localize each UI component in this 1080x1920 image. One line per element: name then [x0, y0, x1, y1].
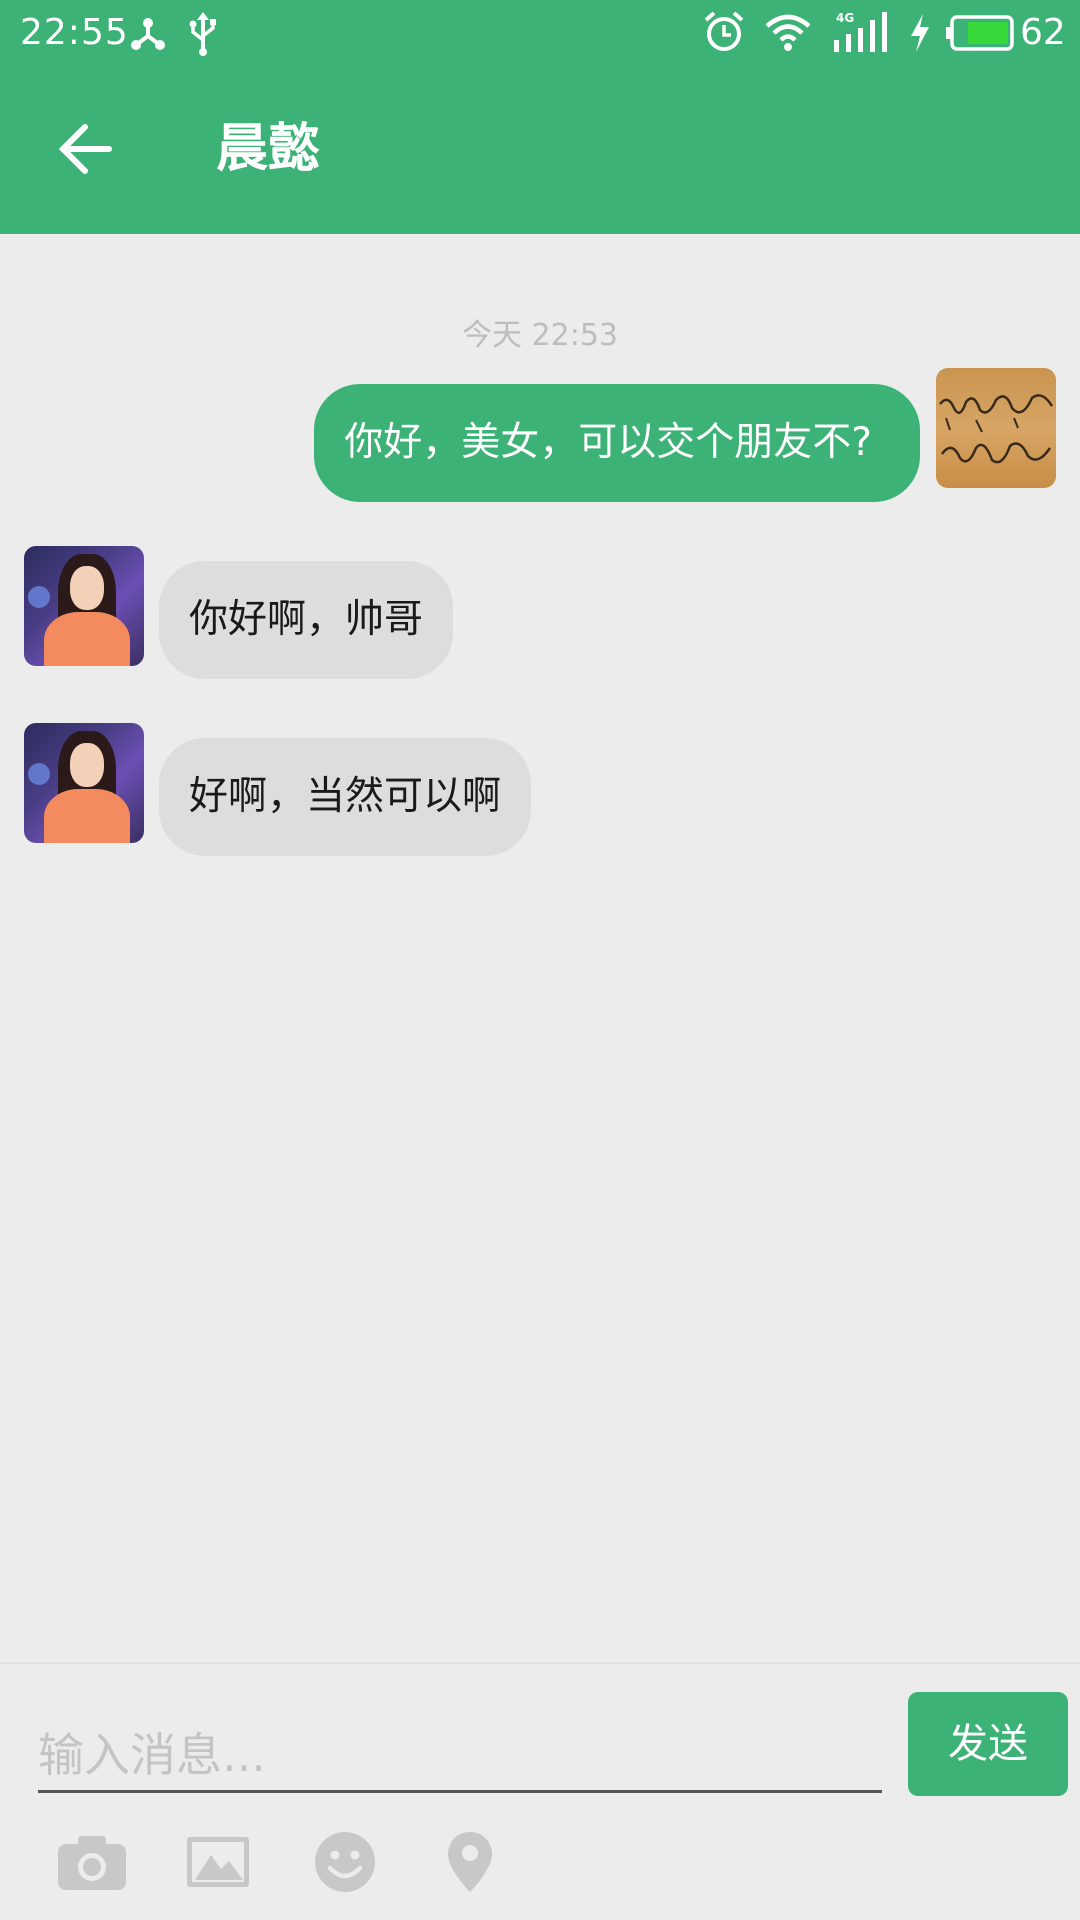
location-button[interactable] — [430, 1824, 510, 1904]
emoji-icon — [313, 1830, 377, 1898]
message-bubble-incoming[interactable]: 你好啊，帅哥 — [159, 561, 454, 679]
send-button[interactable]: 发送 — [908, 1692, 1068, 1796]
battery-level: 62 — [1020, 12, 1066, 53]
message-bubble-outgoing[interactable]: 你好，美女，可以交个朋友不? — [314, 384, 920, 502]
composer: 发送 — [0, 1662, 1080, 1920]
status-bar: 22:55 4G 62 — [0, 0, 1080, 66]
location-icon — [445, 1830, 495, 1898]
image-button[interactable] — [178, 1824, 258, 1904]
emoji-button[interactable] — [305, 1824, 385, 1904]
contact-avatar[interactable] — [24, 546, 144, 666]
usb-icon — [186, 12, 220, 60]
camera-button[interactable] — [52, 1824, 132, 1904]
app-bar: 晨懿 — [0, 66, 1080, 234]
back-button[interactable] — [40, 106, 130, 196]
wifi-icon — [764, 12, 812, 56]
arrow-left-icon — [57, 123, 113, 179]
alarm-icon — [702, 10, 746, 58]
charging-icon — [908, 12, 932, 58]
message-bubble-incoming[interactable]: 好啊，当然可以啊 — [159, 738, 532, 856]
network-type-label: 4G — [836, 11, 854, 25]
contact-avatar[interactable] — [24, 723, 144, 843]
image-icon — [185, 1835, 251, 1893]
my-avatar[interactable] — [936, 368, 1056, 488]
page-title: 晨懿 — [216, 119, 321, 179]
signal-icon: 4G — [832, 10, 890, 60]
status-time: 22:55 — [20, 12, 129, 53]
handwriting-avatar-image — [939, 394, 1054, 464]
battery-icon — [946, 14, 1016, 56]
share-hub-icon — [128, 14, 168, 58]
camera-icon — [56, 1832, 128, 1896]
message-input[interactable] — [38, 1720, 882, 1793]
message-timestamp: 今天 22:53 — [462, 318, 618, 353]
